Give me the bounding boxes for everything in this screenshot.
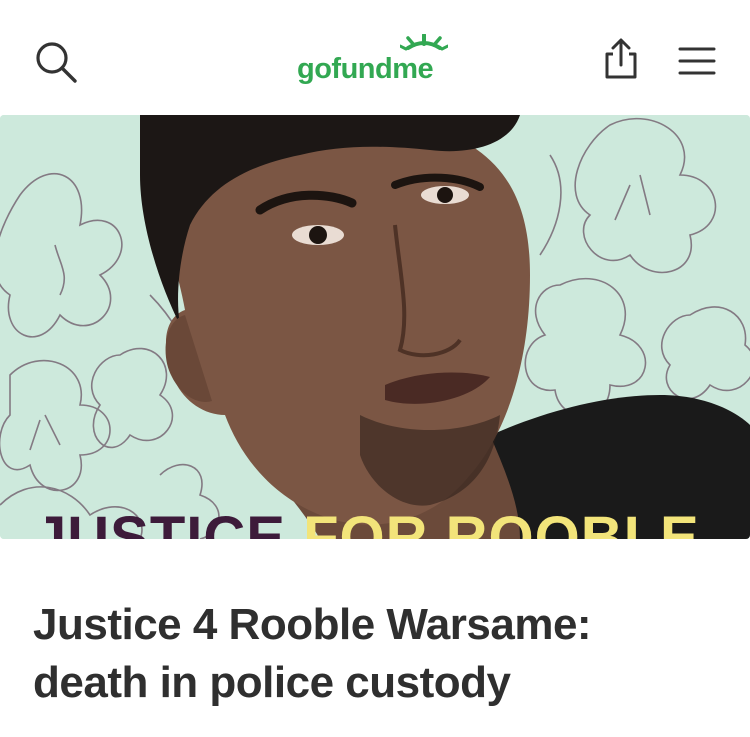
share-icon [605, 38, 637, 79]
hero-caption: JUSTICE FOR ROOBLE [34, 505, 700, 540]
menu-button[interactable] [672, 36, 722, 86]
gofundme-logo[interactable]: gofundme [292, 32, 462, 88]
hamburger-menu-icon [678, 47, 716, 75]
campaign-page: gofundme JUSTICE FOR ROOBLE Justice 4 Ro… [0, 0, 750, 737]
campaign-title-line1: Justice 4 Rooble Warsame: [33, 600, 592, 649]
search-button[interactable] [30, 36, 82, 88]
hero-photo [0, 115, 750, 539]
hero-caption-for-rooble: FOR ROOBLE [303, 505, 700, 540]
top-nav-bar: gofundme [0, 0, 750, 115]
campaign-title: Justice 4 Rooble Warsame: death in polic… [33, 596, 723, 712]
campaign-hero-image[interactable]: JUSTICE FOR ROOBLE [0, 115, 750, 539]
logo-wordmark: gofundme [297, 53, 434, 85]
share-button[interactable] [596, 34, 646, 84]
search-icon [36, 42, 77, 83]
hero-caption-justice: JUSTICE [34, 505, 286, 540]
campaign-title-line2: death in police custody [33, 658, 511, 707]
